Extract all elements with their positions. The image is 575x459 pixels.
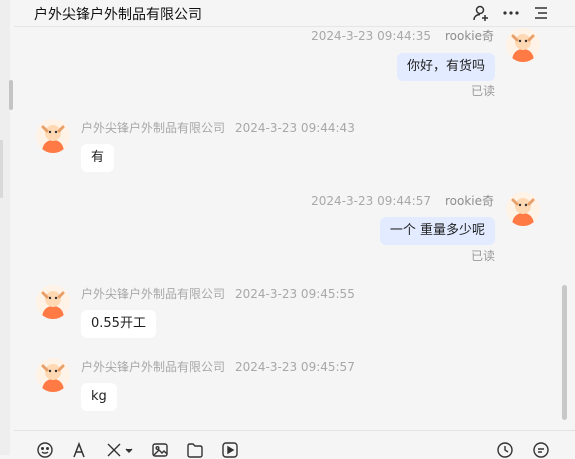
message-time: 2024-3-23 09:44:57 [311,194,431,208]
left-panel-edge [0,0,10,455]
avatar[interactable] [36,119,70,153]
chat-title: 户外尖锋户外制品有限公司 [34,7,202,23]
add-user-icon[interactable] [470,2,492,24]
read-receipt: 已读 [470,84,495,98]
more-icon[interactable] [500,2,522,24]
message-time: 2024-3-23 09:44:35 [311,29,431,43]
message-bubble[interactable]: 有 [81,144,115,172]
input-toolbar [14,430,575,458]
avatar[interactable] [506,28,540,62]
sender-name: 户外尖锋户外制品有限公司 [81,121,226,135]
messages-scrollbar[interactable] [562,285,567,420]
message-time: 2024-3-23 09:45:57 [235,360,355,374]
message-meta: 户外尖锋户外制品有限公司 2024-3-23 09:44:43 [81,119,355,136]
chat-header: 户外尖锋户外制品有限公司 [14,0,575,27]
avatar[interactable] [506,192,540,226]
message-bubble[interactable]: 0.55开工 [81,310,156,338]
message-bubble[interactable]: 你好，有货吗 [396,53,495,81]
message-meta: 2024-3-23 09:44:35 rookie奇 [311,27,494,44]
message-meta: 户外尖锋户外制品有限公司 2024-3-23 09:45:55 [81,285,355,302]
message-bubble[interactable]: kg [81,383,117,411]
menu-icon[interactable] [530,2,552,24]
sender-name: 户外尖锋户外制品有限公司 [81,360,226,374]
message-bubble[interactable]: 一个 重量多少呢 [379,217,495,245]
chat-panel: 户外尖锋户外制品有限公司 2024-3-23 09:44:35 rookie奇 [14,0,575,458]
message-time: 2024-3-23 09:45:55 [235,287,355,301]
message-meta: 户外尖锋户外制品有限公司 2024-3-23 09:45:57 [81,358,355,375]
left-panel-scrollbar[interactable] [9,80,13,110]
read-receipt: 已读 [470,249,495,263]
left-panel-divider [0,140,3,198]
message-time: 2024-3-23 09:44:43 [235,121,355,135]
message-meta: 2024-3-23 09:44:57 rookie奇 [311,192,494,209]
sender-name: rookie奇 [444,29,494,43]
sender-name: rookie奇 [444,194,494,208]
avatar[interactable] [36,285,70,319]
sender-name: 户外尖锋户外制品有限公司 [81,287,226,301]
avatar[interactable] [36,358,70,392]
